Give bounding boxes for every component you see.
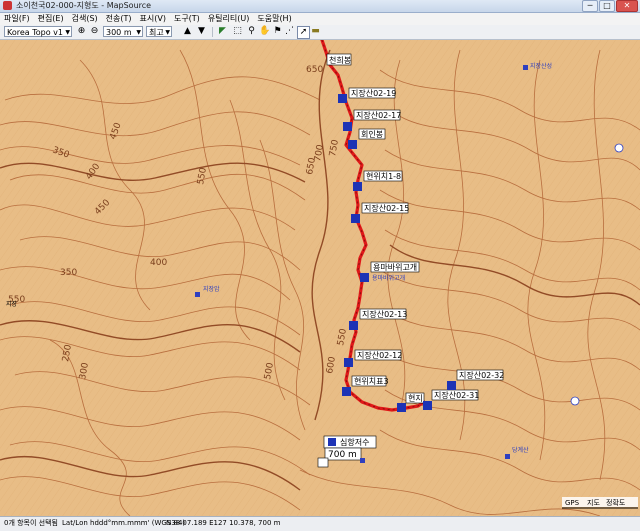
menu-file[interactable]: 파일(F) — [0, 13, 34, 25]
waypoint-label: 지장산02-31 — [434, 390, 479, 400]
select-area-icon[interactable]: ⬚ — [232, 26, 243, 37]
contour-label: 400 — [150, 258, 167, 268]
map-label: 지도 — [587, 498, 600, 507]
chevron-down-icon: ▼ — [136, 29, 141, 36]
waypoint[interactable]: 천희봉 — [326, 53, 352, 66]
selection-status: 0개 항목이 선택됨 — [4, 519, 58, 527]
waypoint-label: 지장산02-19 — [351, 88, 396, 98]
poi-marker — [195, 292, 200, 297]
menu-bar: 파일(F) 편집(E) 검색(S) 전송(T) 표시(V) 도구(T) 유틸리티… — [0, 13, 640, 25]
detail-value: 최고 — [149, 28, 164, 37]
poi-label: 당계산 — [512, 446, 529, 454]
toolbar-separator — [212, 27, 213, 37]
menu-help[interactable]: 도움말(H) — [253, 13, 295, 25]
detail-select[interactable]: 최고 ▼ — [146, 26, 172, 37]
zoom-scale-select[interactable]: 300 m ▼ — [103, 26, 143, 37]
poi-marker — [523, 65, 528, 70]
menu-edit[interactable]: 편집(E) — [34, 13, 68, 25]
poi-marker — [360, 458, 365, 463]
zoom-out-icon[interactable]: ⊖ — [89, 26, 100, 37]
scale-legend: GPS 지도 정확도 — [562, 497, 638, 509]
topo-map[interactable]: 650 450 350 400 450 550 700 750 650 550 … — [0, 40, 640, 516]
hiker-icon — [353, 182, 362, 191]
poi-label: 지장산성 — [530, 62, 552, 70]
map-symbol-icon — [614, 143, 624, 153]
poi-label: 용마바위고개 — [372, 274, 405, 282]
contour-label: 350 — [60, 268, 77, 278]
waypoint-label: 현위치1-8 — [366, 172, 401, 181]
status-bar: 0개 항목이 선택됨 Lat/Lon hddd°mm.mmm' (WGS 84)… — [0, 516, 640, 531]
hiker-icon — [397, 403, 406, 412]
hiker-icon — [342, 387, 351, 396]
waypoint-label: 지장산02-12 — [357, 350, 402, 360]
chevron-down-icon: ▼ — [65, 29, 70, 36]
waypoint-label: 용마바위고개 — [373, 262, 417, 272]
hiker-icon — [349, 321, 358, 330]
zoom-tool-icon[interactable]: ⚲ — [246, 26, 257, 37]
hiker-icon — [343, 122, 352, 131]
waypoint-flag-icon[interactable]: ⚑ — [272, 26, 283, 37]
map-product-select[interactable]: Korea Topo v1 ▼ — [4, 26, 72, 37]
lake-icon — [328, 438, 336, 446]
hand-tool-icon[interactable]: ✋ — [259, 26, 270, 37]
hiker-icon — [423, 401, 432, 410]
app-icon — [3, 1, 12, 10]
contour-label: 650 — [306, 65, 323, 75]
waypoint-label: 천희봉 — [329, 55, 351, 65]
map-tool-icon[interactable]: ◤ — [217, 26, 228, 37]
zoom-in-icon[interactable]: ⊕ — [76, 26, 87, 37]
pointer-tool-icon[interactable]: ➚ — [297, 26, 310, 39]
map-symbol-icon — [570, 396, 580, 406]
menu-view[interactable]: 표시(V) — [136, 13, 170, 25]
send-to-device-icon[interactable]: ▲ — [182, 26, 193, 37]
poi-marker — [505, 454, 510, 459]
route-tool-icon[interactable]: ⋰ — [284, 26, 295, 37]
title-bar: 소이천국02-000-지형도 - MapSource ─ □ ✕ — [0, 0, 640, 13]
maximize-button[interactable]: □ — [599, 0, 615, 12]
waypoint-label: 지장산02-17 — [356, 110, 401, 120]
waypoint-label: 현위치표3 — [354, 377, 389, 386]
minimize-button[interactable]: ─ — [582, 0, 598, 12]
chevron-down-icon: ▼ — [165, 29, 170, 36]
waypoint-label: 지장산02-13 — [362, 309, 407, 319]
hiker-icon — [360, 273, 369, 282]
cursor-coordinates: N38 07.189 E127 10.378, 700 m — [166, 519, 281, 527]
map-view[interactable]: 650 450 350 400 450 550 700 750 650 550 … — [0, 40, 640, 516]
car-icon — [317, 457, 329, 468]
hiker-icon — [447, 381, 456, 390]
menu-utilities[interactable]: 유틸리티(U) — [204, 13, 254, 25]
waypoint-label: 회인봉 — [361, 129, 383, 139]
hiker-icon — [351, 214, 360, 223]
close-button[interactable]: ✕ — [616, 0, 638, 12]
menu-tools[interactable]: 도구(T) — [170, 13, 204, 25]
hiker-icon — [344, 358, 353, 367]
measure-tool-icon[interactable]: ▬ — [310, 26, 321, 37]
window-title: 소이천국02-000-지형도 - MapSource — [16, 1, 152, 10]
lake-label: 심항저수 — [340, 437, 369, 447]
elevation-value: 700 m — [328, 450, 357, 460]
toolbar: Korea Topo v1 ▼ ⊕ ⊖ 300 m ▼ 최고 ▼ ▲ ▼ ◤ ⬚… — [0, 25, 640, 40]
receive-from-device-icon[interactable]: ▼ — [196, 26, 207, 37]
menu-search[interactable]: 검색(S) — [68, 13, 102, 25]
gps-label: GPS — [565, 499, 580, 507]
waypoint-label: 지장산02-15 — [364, 203, 409, 213]
zoom-scale-value: 300 m — [106, 28, 132, 37]
waypoint-label: 현지 — [408, 394, 423, 403]
accuracy-label: 정확도 — [606, 498, 626, 507]
menu-transfer[interactable]: 전송(T) — [102, 13, 136, 25]
poi-label: 지장암 — [203, 285, 220, 293]
hiker-icon — [348, 140, 357, 149]
hiker-icon — [338, 94, 347, 103]
map-product-value: Korea Topo v1 — [7, 28, 63, 37]
waypoint-label: 지장산02-32 — [459, 370, 504, 380]
poi-label: 지장 — [6, 300, 18, 308]
